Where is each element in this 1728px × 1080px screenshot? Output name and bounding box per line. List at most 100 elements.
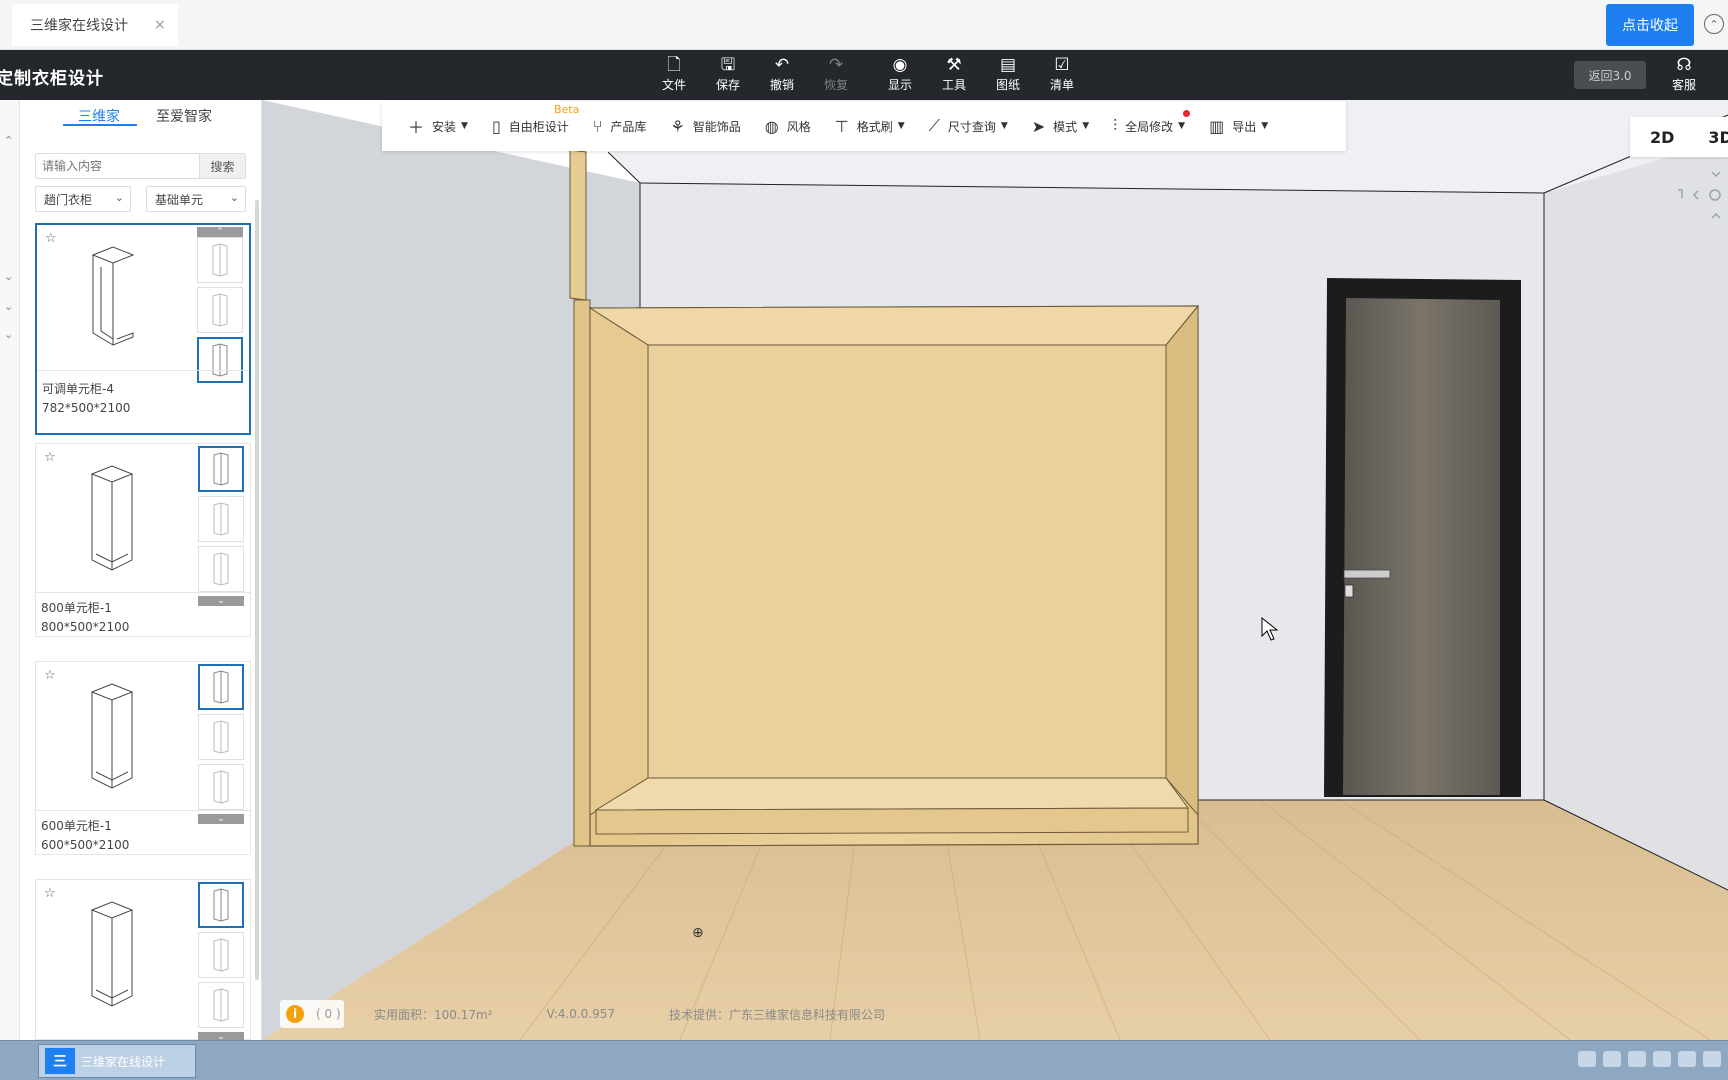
file-icon: 🗋 xyxy=(667,55,681,75)
tray-icon[interactable] xyxy=(1603,1051,1621,1067)
product-card[interactable]: ☆ ⌄ xyxy=(35,879,251,1042)
mode-menu[interactable]: ➤ 模式 ▼ xyxy=(1032,117,1089,136)
tray-icon[interactable] xyxy=(1628,1051,1646,1067)
variant-thumb[interactable] xyxy=(198,714,244,760)
design-toolbar: ＋ 安装 ▼ ▯ 自由柜设计 Beta ⑂ 产品库 ⚘ 智能饰品 ◍ 风格 ⊤ … xyxy=(382,101,1346,151)
display-button[interactable]: ◉ 显示 xyxy=(880,54,920,93)
star-icon[interactable]: ☆ xyxy=(44,886,56,901)
service-button[interactable]: ☊ 客服 xyxy=(1664,54,1704,93)
variant-thumb[interactable] xyxy=(197,287,243,333)
return-button[interactable]: 返回3.0 xyxy=(1574,61,1646,89)
tray-icon[interactable] xyxy=(1678,1051,1696,1067)
taskbar-app-button[interactable]: 三 三维家在线设计 xyxy=(38,1044,196,1078)
drawing-button[interactable]: ▤ 图纸 xyxy=(988,54,1028,93)
collapse-button[interactable]: 点击收起 xyxy=(1606,4,1694,46)
smart-decor-button[interactable]: ⚘ 智能饰品 xyxy=(670,117,740,136)
card-dims: 800*500*2100 xyxy=(41,620,130,634)
tray-icon[interactable] xyxy=(1578,1051,1596,1067)
chevron-up-icon[interactable]: ⌃ xyxy=(4,134,13,147)
app-header: 定制衣柜设计 🗋 文件 🖫 保存 ↶ 撤销 ↷ 恢复 ◉ 显示 ⚒ 工具 ▤ 图… xyxy=(0,50,1728,100)
chevron-down-icon[interactable]: ⌄ xyxy=(4,328,13,341)
caret-down-icon: ▼ xyxy=(461,121,468,131)
caret-down-icon: ▼ xyxy=(1082,121,1090,131)
chevron-down-icon[interactable]: ⌄ xyxy=(198,814,244,824)
format-brush-menu[interactable]: ⊤ 格式刷 ▼ xyxy=(835,117,905,136)
subcategory-select[interactable]: 基础单元 ⌄ xyxy=(146,186,246,212)
volume-icon[interactable] xyxy=(1703,1051,1721,1067)
beta-badge: Beta xyxy=(553,102,580,116)
search-input[interactable] xyxy=(36,154,199,178)
product-card[interactable]: ☆ ⌃ 可调单元柜-4 782*500*2100 xyxy=(35,223,251,435)
free-cabinet-design-button[interactable]: ▯ 自由柜设计 Beta xyxy=(492,103,579,136)
chevron-down-icon[interactable]: ⌄ xyxy=(4,270,13,283)
card-name: 800单元柜-1 xyxy=(41,601,112,615)
close-icon[interactable]: × xyxy=(154,17,166,33)
variant-thumb[interactable] xyxy=(198,764,244,810)
3d-viewport[interactable] xyxy=(262,100,1728,1040)
cabinet-preview-image xyxy=(91,246,135,346)
drawing-label: 图纸 xyxy=(995,78,1020,92)
variant-thumb[interactable] xyxy=(198,496,244,542)
usable-area: 实用面积：100.17m² xyxy=(374,1007,493,1022)
search-button[interactable]: 搜索 xyxy=(199,154,245,178)
chevron-up-icon[interactable]: ⌃ xyxy=(197,227,243,237)
star-icon[interactable]: ☆ xyxy=(45,231,57,246)
product-card[interactable]: ☆ ⌄ 600单元柜-1 600*500*2100 xyxy=(35,661,251,855)
view-2d-button[interactable]: 2D xyxy=(1650,128,1674,147)
undo-button[interactable]: ↶ 撤销 xyxy=(762,54,802,93)
variant-thumb-selected[interactable] xyxy=(198,882,244,928)
install-menu[interactable]: ＋ 安装 ▼ xyxy=(408,114,468,138)
info-count: ( 0 ) xyxy=(316,1007,341,1021)
redo-button[interactable]: ↷ 恢复 xyxy=(816,54,856,93)
star-icon[interactable]: ☆ xyxy=(44,450,56,465)
product-library-button[interactable]: ⑂ 产品库 xyxy=(593,117,647,136)
view-3d-button[interactable]: 3D xyxy=(1708,128,1728,147)
info-notice[interactable]: i ( 0 ) xyxy=(280,1000,344,1028)
headset-icon: ☊ xyxy=(1676,55,1692,75)
chevron-down-icon[interactable]: ⌄ xyxy=(4,300,13,313)
app-logo-icon: 三 xyxy=(45,1048,75,1074)
variant-list: ⌄ xyxy=(198,446,244,606)
tab-zhiaizhijia[interactable]: 至爱智家 xyxy=(156,106,212,126)
file-button[interactable]: 🗋 文件 xyxy=(654,54,694,93)
undo-icon: ↶ xyxy=(774,55,790,75)
variant-thumb[interactable] xyxy=(198,932,244,978)
library-scrollbar[interactable] xyxy=(255,200,259,980)
variant-thumb-selected[interactable] xyxy=(197,337,243,383)
checklist-label: 清单 xyxy=(1049,78,1074,92)
browser-tab-title: 三维家在线设计 xyxy=(30,18,128,34)
variant-thumb[interactable] xyxy=(198,982,244,1028)
info-icon: i xyxy=(286,1005,304,1023)
tools-button[interactable]: ⚒ 工具 xyxy=(934,54,974,93)
tab-3vjia[interactable]: 三维家 xyxy=(78,106,120,126)
global-edit-menu[interactable]: ⫶ 全局修改 ▼ xyxy=(1113,110,1191,136)
chevron-down-icon[interactable]: ⌄ xyxy=(198,596,244,606)
variant-thumb-selected[interactable] xyxy=(198,664,244,710)
ruler-icon: ⟋ xyxy=(928,116,940,135)
star-icon[interactable]: ☆ xyxy=(44,668,56,683)
variant-thumb[interactable] xyxy=(198,546,244,592)
category-select[interactable]: 趟门衣柜 ⌄ xyxy=(35,186,131,212)
cabinet-preview-image xyxy=(90,901,134,1007)
chevron-up-icon[interactable]: ⌃ xyxy=(1704,14,1724,34)
variant-list: ⌄ xyxy=(198,882,244,1042)
system-tray xyxy=(1578,1051,1728,1067)
product-card[interactable]: ☆ ⌄ 800单元柜-1 800*500*2100 xyxy=(35,443,251,637)
save-button[interactable]: 🖫 保存 xyxy=(708,54,748,93)
browser-tab[interactable]: 三维家在线设计 × xyxy=(12,4,178,46)
tools-label: 工具 xyxy=(941,78,966,92)
export-menu[interactable]: ▥ 导出 ▼ xyxy=(1209,117,1268,136)
product-library-label: 产品库 xyxy=(610,119,647,134)
dimension-query-menu[interactable]: ⟋ 尺寸查询 ▼ xyxy=(929,116,1008,136)
style-button[interactable]: ◍ 风格 xyxy=(765,117,811,136)
variant-thumb[interactable] xyxy=(197,237,243,283)
checklist-button[interactable]: ☑ 清单 xyxy=(1042,54,1082,93)
provider-label: 技术提供：广东三维家信息科技有限公司 xyxy=(669,1007,886,1022)
checklist-icon: ☑ xyxy=(1054,55,1070,75)
zoom-icon[interactable]: ⊕ xyxy=(692,925,704,941)
variant-thumb-selected[interactable] xyxy=(198,446,244,492)
tray-icon[interactable] xyxy=(1653,1051,1671,1067)
redo-label: 恢复 xyxy=(823,78,848,92)
export-label: 导出 xyxy=(1232,119,1257,134)
navigation-control[interactable] xyxy=(1670,168,1726,224)
